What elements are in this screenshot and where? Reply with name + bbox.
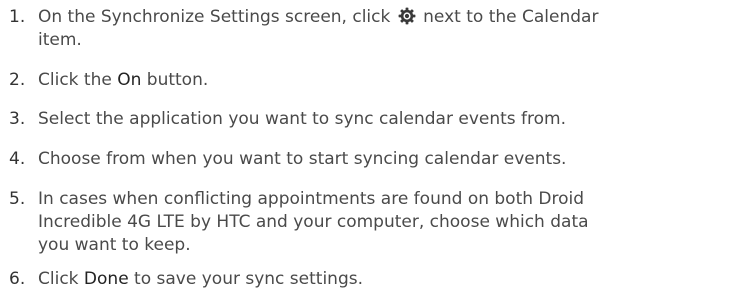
step-text-part: to save your sync settings. xyxy=(128,269,363,289)
step-text-line: In cases when conflicting appointments a… xyxy=(38,189,585,209)
done-keyword: Done xyxy=(83,269,129,289)
step-text: On the Synchronize Settings screen, clic… xyxy=(38,6,738,52)
step-text-part: Click the xyxy=(38,70,118,90)
step-text-part: Click xyxy=(38,269,84,289)
step-text: Select the application you want to sync … xyxy=(38,109,567,129)
instruction-steps: 1. On the Synchronize Settings screen, c… xyxy=(0,0,742,297)
step-number: 6. xyxy=(9,269,26,289)
step-text-line: you want to keep. xyxy=(38,235,191,255)
step-number: 4. xyxy=(9,149,26,169)
step-number: 2. xyxy=(9,70,26,90)
step-text-line: Incredible 4G LTE by HTC and your comput… xyxy=(38,212,589,232)
step-text-part: next to the Calendar xyxy=(423,7,599,27)
step-text: Click the On button. xyxy=(38,69,738,92)
step-text: Choose from when you want to start synci… xyxy=(38,149,567,169)
step-text-part: On the Synchronize Settings screen, clic… xyxy=(38,7,391,27)
gear-icon xyxy=(398,7,416,25)
step-text: In cases when conflicting appointments a… xyxy=(38,188,738,257)
step-number: 3. xyxy=(9,109,26,129)
on-keyword: On xyxy=(117,70,142,90)
step-text-part: button. xyxy=(141,70,209,90)
step-number: 5. xyxy=(9,189,26,209)
step-text: Click Done to save your sync settings. xyxy=(38,268,738,291)
step-number: 1. xyxy=(9,7,26,27)
step-text-part: item. xyxy=(38,30,82,50)
